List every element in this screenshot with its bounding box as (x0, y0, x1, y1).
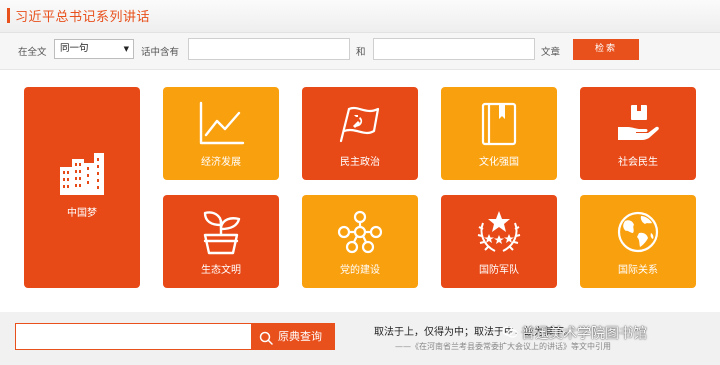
network-icon (302, 209, 418, 255)
tile-label: 民主政治 (340, 157, 380, 168)
search-button[interactable]: 检索 (573, 39, 639, 60)
tile-culture[interactable]: 文化强国 (441, 87, 557, 180)
tile-label: 文化强国 (479, 157, 519, 168)
tile-china-dream[interactable]: 中国梦 (24, 87, 140, 288)
watermark-text: 普迅美术学院图书馆 (521, 326, 647, 342)
tile-livelihood[interactable]: 社会民生 (580, 87, 696, 180)
search-icon (259, 329, 273, 354)
keyword-input-2[interactable] (373, 38, 535, 60)
tile-ecology[interactable]: 生态文明 (163, 195, 279, 288)
page-title: 习近平总书记系列讲话 (15, 10, 151, 25)
army-emblem-icon (441, 209, 557, 255)
classic-search-label: 原典查询 (278, 330, 322, 343)
tile-label: 党的建设 (340, 265, 380, 276)
globe-icon (580, 209, 696, 255)
book-icon (441, 101, 557, 147)
tile-defense[interactable]: 国防军队 (441, 195, 557, 288)
tile-democracy[interactable]: 民主政治 (302, 87, 418, 180)
page-header: 习近平总书记系列讲话 (0, 0, 720, 33)
tile-label: 中国梦 (67, 208, 97, 219)
watermark: 普迅美术学院图书馆 (502, 323, 647, 343)
header-accent-bar (7, 8, 10, 23)
wechat-icon (502, 325, 518, 343)
and-label: 和 (356, 47, 366, 58)
scope-select[interactable]: 同一句 ▼ (54, 39, 134, 59)
scope-label: 在全文 (18, 47, 47, 58)
article-label: 文章 (541, 47, 561, 58)
keyword-input-1[interactable] (188, 38, 350, 60)
city-buildings-icon (24, 153, 140, 199)
tile-international[interactable]: 国际关系 (580, 195, 696, 288)
scope-select-value: 同一句 (60, 43, 89, 54)
tile-label: 国防军队 (479, 265, 519, 276)
hand-box-icon (580, 101, 696, 147)
bottom-band: 原典查询 取法于上，仅得为中；取法于中，故为其下。 ——《在河南省兰考县委常委扩… (0, 312, 720, 365)
search-bar: 在全文 同一句 ▼ 话中含有 和 文章 检索 (0, 33, 720, 70)
dropdown-arrow-icon: ▼ (123, 45, 129, 53)
tile-label: 生态文明 (201, 265, 241, 276)
tile-label: 经济发展 (201, 157, 241, 168)
tile-label: 国际关系 (618, 265, 658, 276)
tile-party-building[interactable]: 党的建设 (302, 195, 418, 288)
tile-label: 社会民生 (618, 157, 658, 168)
plant-icon (163, 209, 279, 255)
classic-search-box: 原典查询 (15, 323, 335, 350)
contains-label: 话中含有 (141, 47, 180, 58)
classic-search-button[interactable]: 原典查询 (251, 324, 334, 349)
party-flag-icon (302, 101, 418, 147)
classic-search-input[interactable] (18, 326, 250, 347)
tile-economy[interactable]: 经济发展 (163, 87, 279, 180)
line-chart-icon (163, 101, 279, 147)
